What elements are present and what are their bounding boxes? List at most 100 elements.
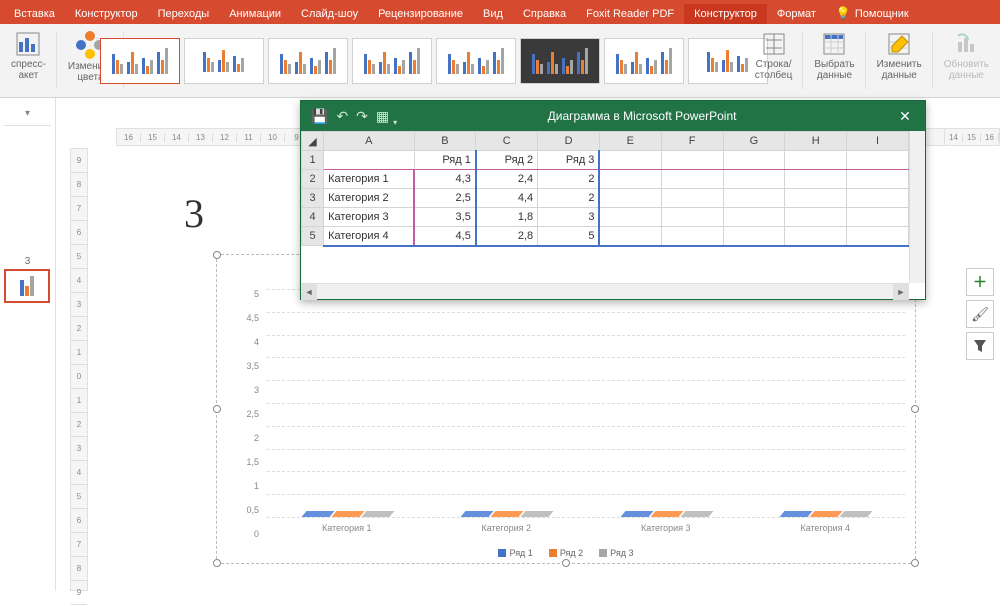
excel-title-text: Диаграмма в Microsoft PowerPoint	[399, 109, 885, 123]
cell-A5[interactable]: Категория 4	[324, 227, 414, 246]
slide-panel-options[interactable]: ▾	[4, 102, 51, 126]
cell-B2[interactable]: 4,3	[414, 170, 476, 189]
tab-transitions[interactable]: Переходы	[148, 4, 220, 24]
save-icon[interactable]: 💾	[311, 108, 328, 125]
cell-C1[interactable]: Ряд 2	[476, 151, 538, 170]
chart-object[interactable]: Название диаграммы 54,543,532,521,510,50…	[216, 254, 916, 564]
cell-A4[interactable]: Категория 3	[324, 208, 414, 227]
excel-scrollbar-vertical[interactable]	[909, 131, 925, 283]
row-header-2[interactable]: 2	[302, 170, 324, 189]
selection-handle[interactable]	[213, 559, 221, 567]
tab-chart-design[interactable]: Конструктор	[684, 4, 767, 24]
group-rowcol: Строка/ столбец	[744, 28, 804, 93]
cell-B3[interactable]: 2,5	[414, 189, 476, 208]
cell-C3[interactable]: 4,4	[476, 189, 538, 208]
cell-D4[interactable]: 3	[538, 208, 600, 227]
col-header-E[interactable]: E	[599, 132, 661, 151]
group-express-layout: спресс- акет	[0, 28, 57, 93]
ribbon-tab-bar: Вставка Конструктор Переходы Анимации Сл…	[0, 0, 1000, 24]
col-header-G[interactable]: G	[723, 132, 785, 151]
chart-styles-gallery[interactable]	[100, 28, 768, 93]
chart-style-5[interactable]	[436, 38, 516, 84]
scroll-left-icon[interactable]: ◄	[301, 284, 317, 300]
col-header-H[interactable]: H	[785, 132, 847, 151]
chart-plot: 54,543,532,521,510,50 Категория 1Категор…	[237, 289, 905, 527]
col-header-I[interactable]: I	[847, 132, 909, 151]
change-data-icon	[886, 31, 912, 57]
tab-help[interactable]: Справка	[513, 4, 576, 24]
refresh-icon	[953, 31, 979, 57]
slide-thumbnail[interactable]	[4, 269, 50, 303]
cell-B5[interactable]: 4,5	[414, 227, 476, 246]
change-data-button[interactable]: Изменить данные	[872, 28, 927, 84]
cell-A3[interactable]: Категория 2	[324, 189, 414, 208]
redo-icon[interactable]: ↷	[356, 108, 368, 125]
excel-grid[interactable]: ◢ABCDEFGHI1Ряд 1Ряд 2Ряд 32Категория 14,…	[301, 131, 909, 283]
cell-C4[interactable]: 1,8	[476, 208, 538, 227]
tab-review[interactable]: Рецензирование	[368, 4, 473, 24]
refresh-data-button[interactable]: Обновить данные	[939, 28, 994, 84]
tab-designer[interactable]: Конструктор	[65, 4, 148, 24]
tab-tellme[interactable]: 💡Помощник	[826, 2, 919, 24]
cell-D3[interactable]: 2	[538, 189, 600, 208]
chart-filters-button[interactable]	[966, 332, 994, 360]
group-change-data: Изменить данные	[866, 28, 933, 93]
selection-handle[interactable]	[911, 405, 919, 413]
cell-C2[interactable]: 2,4	[476, 170, 538, 189]
cell-B4[interactable]: 3,5	[414, 208, 476, 227]
refresh-data-label: Обновить данные	[944, 59, 989, 81]
cell-C5[interactable]: 2,8	[476, 227, 538, 246]
chart-style-2[interactable]	[184, 38, 264, 84]
select-data-button[interactable]: Выбрать данные	[809, 28, 859, 84]
chart-style-6[interactable]	[520, 38, 600, 84]
tab-foxit[interactable]: Foxit Reader PDF	[576, 4, 684, 24]
col-header-F[interactable]: F	[661, 132, 723, 151]
row-header-1[interactable]: 1	[302, 151, 324, 170]
cell-B1[interactable]: Ряд 1	[414, 151, 476, 170]
slide-number-label: 3	[4, 256, 51, 267]
chart-style-4[interactable]	[352, 38, 432, 84]
excel-app-icon[interactable]: ▦▾	[376, 108, 389, 125]
tab-view[interactable]: Вид	[473, 4, 513, 24]
selection-handle[interactable]	[911, 559, 919, 567]
row-header-3[interactable]: 3	[302, 189, 324, 208]
excel-close-button[interactable]: ✕	[885, 108, 925, 125]
cell-D1[interactable]: Ряд 3	[538, 151, 600, 170]
chart-style-7[interactable]	[604, 38, 684, 84]
slide-panel: ▾ 3	[0, 98, 56, 591]
selection-handle[interactable]	[213, 405, 221, 413]
group-refresh-data: Обновить данные	[933, 28, 1000, 93]
col-header-A[interactable]: A	[324, 132, 414, 151]
switch-rowcol-button[interactable]: Строка/ столбец	[750, 28, 798, 84]
cell-D5[interactable]: 5	[538, 227, 600, 246]
cell-D2[interactable]: 2	[538, 170, 600, 189]
col-header-B[interactable]: B	[414, 132, 476, 151]
tab-chart-format[interactable]: Формат	[767, 4, 826, 24]
bulb-icon: 💡	[836, 6, 851, 20]
excel-data-window[interactable]: 💾 ↶ ↷ ▦▾ Диаграмма в Microsoft PowerPoin…	[300, 100, 926, 300]
cell-A2[interactable]: Категория 1	[324, 170, 414, 189]
ruler-vertical: 9876543210123456789	[70, 148, 88, 591]
group-select-data: Выбрать данные	[803, 28, 865, 93]
slide-number-large: 3	[184, 190, 204, 237]
chart-style-3[interactable]	[268, 38, 348, 84]
row-header-5[interactable]: 5	[302, 227, 324, 246]
scroll-right-icon[interactable]: ►	[893, 284, 909, 300]
tab-animation[interactable]: Анимации	[219, 4, 291, 24]
tab-slideshow[interactable]: Слайд-шоу	[291, 4, 368, 24]
select-all-cell[interactable]: ◢	[302, 132, 324, 151]
excel-scrollbar-horizontal[interactable]: ◄ ►	[301, 283, 909, 299]
excel-titlebar[interactable]: 💾 ↶ ↷ ▦▾ Диаграмма в Microsoft PowerPoin…	[301, 101, 925, 131]
chart-elements-button[interactable]: ＋	[966, 268, 994, 296]
selection-handle[interactable]	[562, 559, 570, 567]
col-header-D[interactable]: D	[538, 132, 600, 151]
col-header-C[interactable]: C	[476, 132, 538, 151]
tab-insert[interactable]: Вставка	[4, 4, 65, 24]
group-chart-styles	[124, 28, 744, 93]
selection-handle[interactable]	[213, 251, 221, 259]
row-header-4[interactable]: 4	[302, 208, 324, 227]
express-layout-button[interactable]: спресс- акет	[6, 28, 51, 84]
chart-styles-button[interactable]: 🖌	[966, 300, 994, 328]
chart-style-1[interactable]	[100, 38, 180, 84]
undo-icon[interactable]: ↶	[336, 108, 348, 125]
